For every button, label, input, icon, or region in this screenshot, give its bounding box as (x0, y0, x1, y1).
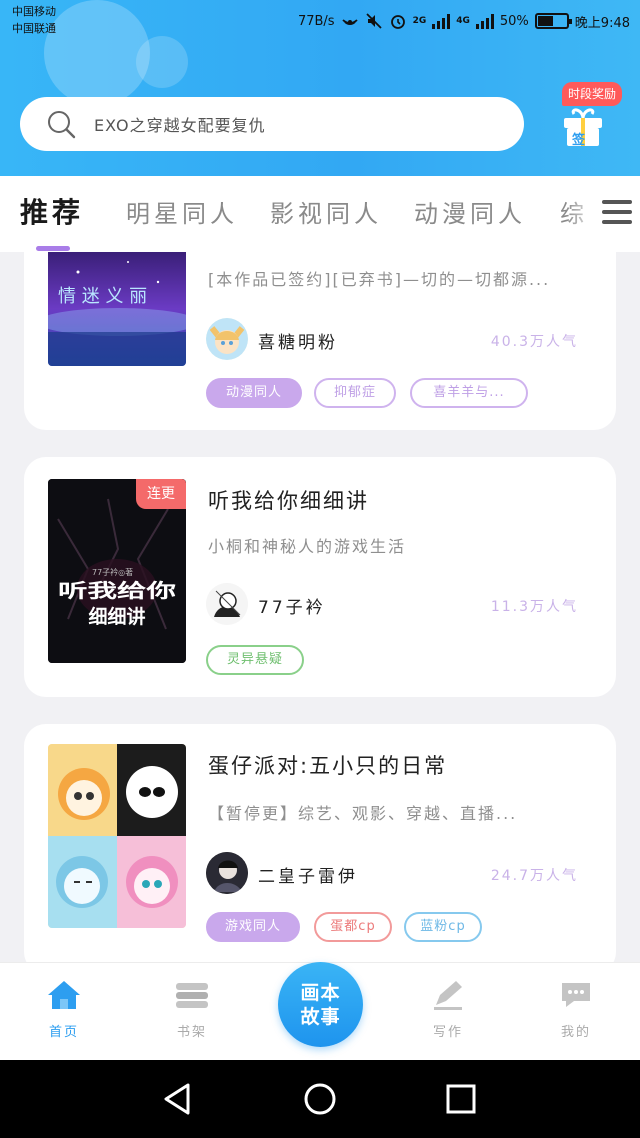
story-card[interactable]: 77子衿◎著 听我给你 细细讲 连更 听我给你细细讲 小桐和神秘人的游戏生活 7… (24, 457, 616, 697)
popularity: 11.3万人气 (490, 599, 578, 615)
author-avatar (206, 852, 248, 894)
battery-percent: 50% (499, 13, 529, 29)
story-tag[interactable]: 蛋都cp (314, 912, 392, 942)
tab-anime-fanfic[interactable]: 动漫同人 (414, 194, 526, 229)
story-tag[interactable]: 蓝粉cp (404, 912, 482, 942)
nav-bookshelf[interactable]: 书架 (152, 979, 232, 1040)
reward-button[interactable]: 时段奖励 签 (554, 82, 630, 152)
top-header: 中国移动 中国联通 77B/s 2G 4G 50% 晚上9:48 EXO之穿越女… (0, 0, 640, 176)
search-placeholder: EXO之穿越女配要复仇 (94, 116, 266, 135)
author-name: 二皇子雷伊 (258, 867, 358, 887)
alarm-icon (389, 13, 407, 29)
story-cover (48, 744, 186, 928)
svg-text:听我给你: 听我给你 (58, 579, 176, 602)
popularity: 24.7万人气 (490, 868, 578, 884)
network-speed: 77B/s (297, 13, 335, 29)
story-card[interactable]: 蛋仔派对:五小只的日常 【暂停更】综艺、观影、穿越、直播... 二皇子雷伊 24… (24, 724, 616, 962)
carrier-1: 中国移动 (12, 5, 56, 18)
nav-write-label: 写作 (432, 1025, 463, 1040)
system-nav-bar (0, 1060, 640, 1138)
story-desc: [本作品已签约][已弃书]—切的—切都源... (208, 270, 551, 289)
tab-film-fanfic[interactable]: 影视同人 (270, 194, 382, 229)
author-name: 77子衿 (258, 598, 326, 618)
tab-recommend[interactable]: 推荐 (20, 191, 84, 231)
svg-text:细细讲: 细细讲 (88, 605, 145, 628)
nav-bookshelf-label: 书架 (176, 1025, 207, 1040)
recent-apps-icon[interactable] (446, 1084, 476, 1114)
story-feed: 情 迷 义 丽 [本作品已签约][已弃书]—切的—切都源... 喜糖明粉 40.… (0, 252, 640, 962)
story-tag[interactable]: 游戏同人 (206, 912, 300, 942)
nav-home-label: 首页 (48, 1025, 79, 1040)
nav-mine[interactable]: 我的 (536, 979, 616, 1040)
hotspot-icon (341, 13, 359, 29)
signal-icon (475, 13, 494, 29)
network-type-2: 4G (456, 16, 470, 26)
back-icon[interactable] (162, 1082, 194, 1116)
nav-home[interactable]: 首页 (24, 979, 104, 1040)
create-story-line2: 故事 (300, 1005, 341, 1028)
home-circle-icon[interactable] (303, 1082, 337, 1116)
mute-icon (365, 13, 383, 29)
carrier-2: 中国联通 (12, 22, 56, 35)
search-icon (48, 111, 76, 139)
story-tag[interactable]: 喜羊羊与... (410, 378, 528, 408)
category-tabs: 推荐 明星同人 影视同人 动漫同人 综 (0, 176, 640, 252)
story-title: 蛋仔派对:五小只的日常 (208, 754, 448, 778)
search-bar[interactable]: EXO之穿越女配要复仇 (20, 97, 524, 151)
author-name: 喜糖明粉 (258, 333, 338, 353)
story-tag[interactable]: 动漫同人 (206, 378, 302, 408)
story-title: 听我给你细细讲 (208, 489, 369, 513)
clock: 晚上9:48 (574, 15, 630, 31)
status-icons: 77B/s 2G 4G 50% 晚上9:48 (298, 10, 630, 32)
status-bar: 中国移动 中国联通 77B/s 2G 4G 50% 晚上9:48 (0, 0, 640, 44)
tab-indicator (36, 246, 70, 251)
reward-tag: 时段奖励 (562, 82, 623, 106)
story-cover: 情 迷 义 丽 (48, 252, 186, 366)
sign-label: 签 (572, 133, 586, 148)
create-story-line1: 画本 (300, 981, 341, 1004)
pen-icon (434, 981, 462, 1010)
create-story-button[interactable]: 画本 故事 (278, 962, 363, 1047)
battery-level (537, 16, 553, 26)
author-avatar (206, 583, 248, 625)
story-cover: 77子衿◎著 听我给你 细细讲 连更 (48, 479, 186, 663)
story-tag[interactable]: 抑郁症 (314, 378, 396, 408)
popularity: 40.3万人气 (490, 334, 578, 350)
nav-write[interactable]: 写作 (408, 979, 488, 1040)
chat-bubble-icon (562, 983, 590, 1007)
tab-star-fanfic[interactable]: 明星同人 (126, 194, 238, 229)
cover-author: 77子衿◎著 (92, 567, 133, 577)
cover-text: 情 迷 义 丽 (58, 286, 147, 307)
update-badge: 连更 (136, 479, 186, 509)
nav-mine-label: 我的 (560, 1025, 591, 1040)
story-card[interactable]: 情 迷 义 丽 [本作品已签约][已弃书]—切的—切都源... 喜糖明粉 40.… (24, 252, 616, 430)
signal-icon (432, 13, 451, 29)
bookshelf-icon (176, 983, 208, 1008)
story-desc: 【暂停更】综艺、观影、穿越、直播... (208, 804, 518, 823)
story-tag[interactable]: 灵异悬疑 (206, 645, 304, 675)
home-icon (48, 981, 80, 1009)
network-type-1: 2G (412, 16, 427, 26)
menu-icon[interactable] (602, 200, 632, 228)
battery-icon (534, 13, 572, 29)
author-avatar (206, 318, 248, 360)
story-desc: 小桐和神秘人的游戏生活 (208, 537, 407, 556)
